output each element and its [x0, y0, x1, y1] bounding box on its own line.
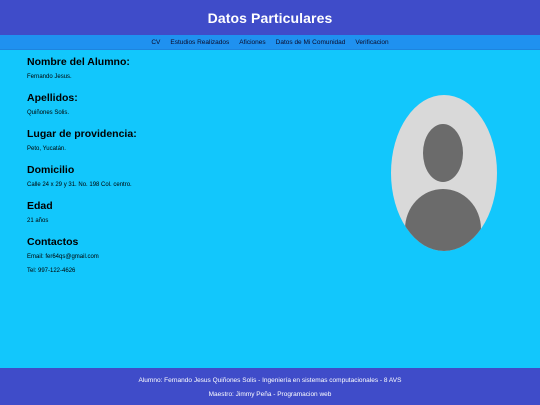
phone-text: Tel: 997-122-4626: [27, 268, 76, 274]
contacts-heading: Contactos: [27, 236, 79, 248]
page-header: Datos Particulares: [0, 0, 540, 35]
age-heading: Edad: [27, 200, 53, 212]
origin-section: Lugar de providencia: Peto, Yucatán.: [27, 127, 357, 154]
surname-heading: Apellidos:: [27, 92, 78, 104]
age-section: Edad 21 años: [27, 199, 357, 226]
surname-section: Apellidos: Quiñones Solis.: [27, 91, 357, 118]
name-heading: Nombre del Alumno:: [27, 56, 130, 68]
name-section: Nombre del Alumno: Fernando Jesus.: [27, 55, 357, 82]
age-value: 21 años: [27, 218, 49, 224]
name-value: Fernando Jesus.: [27, 74, 72, 80]
avatar-head: [423, 124, 463, 182]
address-section: Domicilio Calle 24 x 29 y 31. No. 198 Co…: [27, 163, 357, 190]
user-placeholder-icon: [391, 95, 497, 251]
nav-link-aficiones[interactable]: Aficiones: [239, 39, 265, 46]
email-text: Email: fer64qs@gmail.com: [27, 254, 99, 260]
profile-content: Nombre del Alumno: Fernando Jesus. Apell…: [27, 55, 357, 276]
address-heading: Domicilio: [27, 164, 75, 176]
top-nav: CV Estudios Realizados Aficiones Datos d…: [0, 35, 540, 50]
page-title: Datos Particulares: [207, 9, 333, 26]
contacts-section: Contactos Email: fer64qs@gmail.com Tel: …: [27, 235, 357, 276]
footer-student-info: Alumno: Fernando Jesus Quiñones Solis - …: [138, 377, 402, 384]
surname-value: Quiñones Solis.: [27, 110, 70, 116]
address-value: Calle 24 x 29 y 31. No. 198 Col. centro.: [27, 182, 132, 188]
page-footer: Alumno: Fernando Jesus Quiñones Solis - …: [0, 368, 540, 405]
origin-value: Peto, Yucatán.: [27, 146, 66, 152]
nav-link-comunidad[interactable]: Datos de Mi Comunidad: [276, 39, 346, 46]
nav-link-estudios[interactable]: Estudios Realizados: [170, 39, 229, 46]
origin-heading: Lugar de providencia:: [27, 128, 137, 140]
nav-link-verificacion[interactable]: Verificacion: [355, 39, 388, 46]
footer-teacher-info: Maestro: Jimmy Peña - Programacion web: [208, 391, 332, 398]
nav-link-cv[interactable]: CV: [151, 39, 160, 46]
